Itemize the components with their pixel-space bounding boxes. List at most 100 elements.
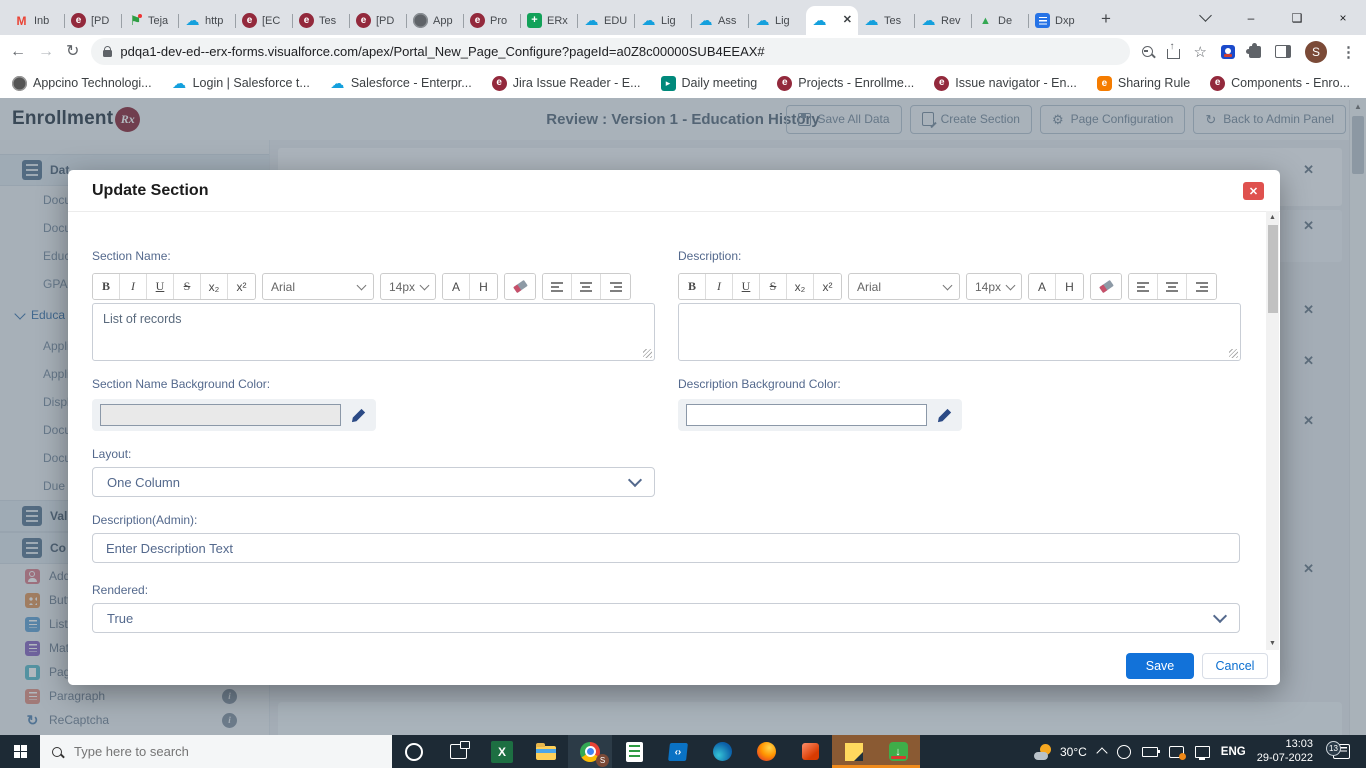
browser-tab[interactable]: http — [178, 6, 236, 35]
bookmark-item[interactable]: Sharing Rule — [1096, 75, 1190, 91]
browser-tab[interactable]: [PD — [64, 6, 122, 35]
italic-button[interactable]: I — [120, 274, 147, 299]
section-name-bg-color-swatch[interactable] — [100, 404, 341, 426]
taskbar-app-button[interactable] — [524, 735, 568, 768]
strikethrough-button[interactable]: S — [760, 274, 787, 299]
subscript-button[interactable]: x₂ — [201, 274, 228, 299]
scrollbar-up-arrow[interactable]: ▲ — [1266, 211, 1279, 224]
save-button[interactable]: Save — [1126, 653, 1194, 679]
bookmark-item[interactable]: Appcino Technologi... — [12, 75, 152, 91]
modal-scrollbar[interactable]: ▲ ▼ — [1266, 211, 1279, 650]
bookmark-item[interactable]: Daily meeting — [660, 75, 757, 91]
align-right-button[interactable] — [1187, 274, 1216, 299]
scrollbar-down-arrow[interactable]: ▼ — [1266, 637, 1279, 650]
taskbar-app-button[interactable] — [832, 735, 876, 768]
browser-tab[interactable]: EDU — [577, 6, 635, 35]
remove-format-button[interactable] — [505, 274, 535, 299]
share-icon[interactable] — [1166, 41, 1180, 59]
bold-button[interactable]: B — [93, 274, 120, 299]
action-center-button[interactable]: 13 — [1324, 741, 1358, 759]
bookmark-star-icon[interactable]: ☆ — [1194, 43, 1207, 61]
font-size-select[interactable]: 14px — [966, 273, 1022, 300]
browser-tab[interactable]: Teja — [121, 6, 179, 35]
taskbar-app-button[interactable] — [392, 735, 436, 768]
weather-widget[interactable]: 30°C — [1033, 743, 1087, 760]
subscript-button[interactable]: x₂ — [787, 274, 814, 299]
taskbar-app-button[interactable]: S — [568, 735, 612, 768]
side-panel-icon[interactable] — [1275, 45, 1291, 58]
tray-expand-chevron-icon[interactable] — [1096, 747, 1108, 759]
bookmark-item[interactable]: Login | Salesforce t... — [172, 76, 310, 91]
font-color-button[interactable]: A — [443, 274, 470, 299]
new-tab-button[interactable]: + — [1092, 5, 1120, 33]
align-right-button[interactable] — [601, 274, 630, 299]
network-icon[interactable] — [1194, 745, 1210, 760]
font-color-button[interactable]: A — [1029, 274, 1056, 299]
taskbar-app-button[interactable] — [744, 735, 788, 768]
search-input[interactable] — [72, 743, 380, 760]
highlight-button[interactable]: H — [470, 274, 497, 299]
browser-tab[interactable]: De — [971, 6, 1029, 35]
align-left-button[interactable] — [1129, 274, 1158, 299]
taskbar-app-button[interactable] — [436, 735, 480, 768]
browser-tab[interactable]: Tes — [858, 6, 915, 35]
bookmark-item[interactable]: Jira Issue Reader - E... — [491, 75, 641, 91]
url-text[interactable]: pdqa1-dev-ed--erx-forms.visualforce.com/… — [120, 44, 764, 59]
url-field[interactable]: pdqa1-dev-ed--erx-forms.visualforce.com/… — [91, 38, 1130, 65]
italic-button[interactable]: I — [706, 274, 733, 299]
forward-icon[interactable]: → — [38, 43, 54, 60]
browser-tab[interactable]: ✕ — [806, 6, 858, 35]
font-family-select[interactable]: Arial — [262, 273, 374, 300]
modal-close-button[interactable]: ✕ — [1243, 182, 1264, 200]
underline-button[interactable]: U — [733, 274, 760, 299]
description-bg-color-swatch[interactable] — [686, 404, 927, 426]
remove-format-button[interactable] — [1091, 274, 1121, 299]
tray-notification-dot-icon[interactable] — [1168, 745, 1186, 760]
description-admin-input[interactable] — [92, 533, 1240, 563]
taskbar-app-button[interactable] — [656, 735, 700, 768]
browser-tab[interactable]: Rev — [914, 6, 972, 35]
align-center-button[interactable] — [572, 274, 601, 299]
bookmark-item[interactable]: Issue navigator - En... — [934, 75, 1077, 91]
browser-tab[interactable]: ERx — [520, 6, 578, 35]
window-maximize-button[interactable]: ❑ — [1274, 0, 1320, 35]
browser-menu-chevron-icon[interactable] — [1182, 0, 1228, 35]
superscript-button[interactable]: x² — [814, 274, 841, 299]
font-size-select[interactable]: 14px — [380, 273, 436, 300]
browser-tab[interactable]: Inb — [8, 6, 65, 35]
browser-menu-icon[interactable]: ⋮ — [1341, 43, 1356, 61]
extensions-puzzle-icon[interactable] — [1246, 42, 1261, 58]
taskbar-app-button[interactable] — [612, 735, 656, 768]
edit-pencil-icon[interactable] — [937, 408, 952, 423]
underline-button[interactable]: U — [147, 274, 174, 299]
edit-pencil-icon[interactable] — [351, 408, 366, 423]
taskbar-clock[interactable]: 13:03 29-07-2022 — [1257, 738, 1313, 766]
taskbar-app-button[interactable] — [700, 735, 744, 768]
layout-select[interactable]: One Column — [92, 467, 655, 497]
browser-tab[interactable]: Lig — [748, 6, 806, 35]
tray-sync-icon[interactable] — [1116, 744, 1131, 759]
superscript-button[interactable]: x² — [228, 274, 255, 299]
browser-tab[interactable]: Ass — [691, 6, 749, 35]
browser-tab[interactable]: [PD — [349, 6, 407, 35]
bookmark-item[interactable]: Projects - Enrollme... — [777, 75, 914, 91]
strikethrough-button[interactable]: S — [174, 274, 201, 299]
browser-tab[interactable]: Tes — [292, 6, 350, 35]
browser-tab[interactable]: Pro — [463, 6, 521, 35]
browser-tab[interactable]: Lig — [634, 6, 692, 35]
language-indicator[interactable]: ENG — [1221, 746, 1246, 758]
align-center-button[interactable] — [1158, 274, 1187, 299]
font-family-select[interactable]: Arial — [848, 273, 960, 300]
reload-icon[interactable]: ↻ — [66, 43, 79, 60]
bookmark-item[interactable]: Components - Enro... — [1210, 75, 1350, 91]
window-close-button[interactable]: × — [1320, 0, 1366, 35]
window-minimize-button[interactable]: – — [1228, 0, 1274, 35]
scrollbar-thumb[interactable] — [1267, 225, 1278, 313]
taskbar-search[interactable] — [40, 735, 392, 768]
highlight-button[interactable]: H — [1056, 274, 1083, 299]
section-name-textarea[interactable]: List of records — [92, 303, 655, 361]
browser-tab[interactable]: App — [406, 6, 464, 35]
taskbar-app-button[interactable] — [480, 735, 524, 768]
bookmark-item[interactable]: Salesforce - Enterpr... — [330, 76, 472, 91]
profile-avatar[interactable]: S — [1305, 40, 1327, 63]
